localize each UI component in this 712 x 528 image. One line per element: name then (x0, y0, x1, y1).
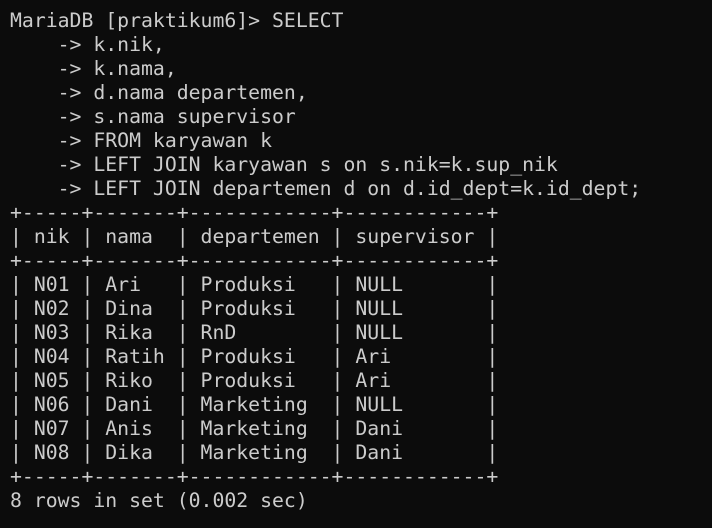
table-border-top: +-----+-------+------------+------------… (10, 201, 499, 224)
query-line: -> s.nama supervisor (10, 105, 296, 128)
query-line: -> d.nama departemen, (10, 81, 308, 104)
table-border-bottom: +-----+-------+------------+------------… (10, 465, 499, 488)
table-header: | nik | nama | departemen | supervisor | (10, 225, 499, 248)
query-line: -> k.nama, (10, 57, 177, 80)
table-row: | N02 | Dina | Produksi | NULL | (10, 297, 499, 320)
result-summary: 8 rows in set (0.002 sec) (10, 489, 308, 512)
table-border-mid: +-----+-------+------------+------------… (10, 249, 499, 272)
table-row: | N06 | Dani | Marketing | NULL | (10, 393, 499, 416)
query-line: -> LEFT JOIN karyawan s on s.nik=k.sup_n… (10, 153, 558, 176)
terminal-window[interactable]: MariaDB [praktikum6]> SELECT -> k.nik, -… (0, 0, 712, 528)
table-row: | N03 | Rika | RnD | NULL | (10, 321, 499, 344)
table-row: | N07 | Anis | Marketing | Dani | (10, 417, 499, 440)
table-row: | N08 | Dika | Marketing | Dani | (10, 441, 499, 464)
query-line: -> FROM karyawan k (10, 129, 273, 152)
table-row: | N04 | Ratih | Produksi | Ari | (10, 345, 499, 368)
query-line: -> LEFT JOIN departemen d on d.id_dept=k… (10, 177, 642, 200)
table-row: | N01 | Ari | Produksi | NULL | (10, 273, 499, 296)
prompt-line: MariaDB [praktikum6]> SELECT (10, 9, 344, 32)
table-row: | N05 | Riko | Produksi | Ari | (10, 369, 499, 392)
query-line: -> k.nik, (10, 33, 165, 56)
